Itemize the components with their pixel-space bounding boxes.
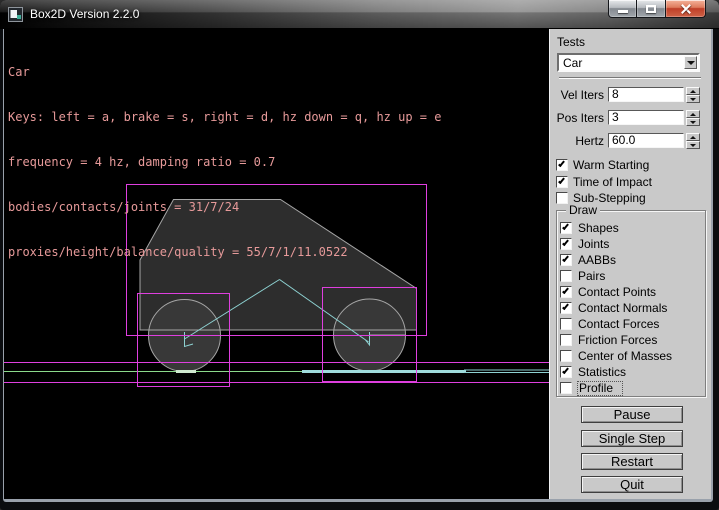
arrow-down-icon bbox=[690, 121, 696, 124]
checkbox-label: Time of Impact bbox=[573, 176, 652, 189]
checkbox-label: AABBs bbox=[578, 254, 616, 267]
maximize-icon bbox=[646, 5, 656, 13]
pos-iters-stepper bbox=[686, 110, 700, 126]
hertz-stepper bbox=[686, 133, 700, 149]
checkbox-box bbox=[560, 302, 572, 314]
checkbox-box bbox=[560, 318, 572, 330]
simulation-canvas[interactable]: Car Keys: left = a, brake = s, right = d… bbox=[4, 29, 549, 499]
vel-iters-up-button[interactable] bbox=[686, 87, 700, 95]
app-window: Box2D Version 2.2.0 bbox=[0, 0, 719, 510]
hertz-up-button[interactable] bbox=[686, 133, 700, 141]
maximize-button[interactable] bbox=[637, 0, 666, 18]
vel-iters-down-button[interactable] bbox=[686, 95, 700, 103]
minimize-button[interactable] bbox=[608, 0, 637, 18]
pos-iters-label: Pos Iters bbox=[557, 111, 604, 125]
hertz-input[interactable]: 60.0 bbox=[608, 133, 684, 148]
tests-label: Tests bbox=[557, 35, 585, 49]
check-icon bbox=[558, 177, 565, 184]
tests-dropdown-value: Car bbox=[563, 56, 582, 70]
checkbox-box bbox=[560, 222, 572, 234]
restart-button[interactable]: Restart bbox=[581, 453, 683, 470]
vel-iters-input[interactable]: 8 bbox=[608, 87, 684, 102]
checkbox-box bbox=[560, 366, 572, 378]
hertz-label: Hertz bbox=[575, 134, 604, 148]
checkbox-box bbox=[560, 382, 572, 394]
single-step-button[interactable]: Single Step bbox=[581, 430, 683, 447]
tests-dropdown-arrow-button[interactable] bbox=[684, 56, 697, 69]
check-icon bbox=[562, 223, 569, 230]
vel-iters-stepper bbox=[686, 87, 700, 103]
checkbox-label: Contact Forces bbox=[578, 318, 659, 331]
stat-line-proxies: proxies/height/balance/quality = 55/7/1/… bbox=[8, 245, 441, 260]
check-icon bbox=[562, 367, 569, 374]
arrow-down-icon bbox=[690, 98, 696, 101]
checkbox-label: Warm Starting bbox=[573, 159, 649, 172]
stat-line-test-name: Car bbox=[8, 65, 441, 80]
checkbox-label: Contact Points bbox=[578, 286, 656, 299]
quit-button[interactable]: Quit bbox=[581, 476, 683, 493]
check-icon bbox=[562, 239, 569, 246]
checkbox-label: Joints bbox=[578, 238, 609, 251]
pos-iters-up-button[interactable] bbox=[686, 110, 700, 118]
tests-dropdown[interactable]: Car bbox=[557, 53, 700, 72]
arrow-up-icon bbox=[690, 113, 696, 116]
checkbox-box bbox=[560, 238, 572, 250]
check-icon bbox=[562, 303, 569, 310]
pos-iters-down-button[interactable] bbox=[686, 118, 700, 126]
checkbox-label: Contact Normals bbox=[578, 302, 667, 315]
chevron-down-icon bbox=[687, 61, 695, 65]
vel-iters-label: Vel Iters bbox=[561, 88, 604, 102]
close-button[interactable] bbox=[666, 0, 706, 18]
arrow-up-icon bbox=[690, 136, 696, 139]
checkbox-label: Statistics bbox=[578, 366, 626, 379]
arrow-down-icon bbox=[690, 144, 696, 147]
title-bar[interactable]: Box2D Version 2.2.0 bbox=[0, 0, 719, 29]
minimize-icon bbox=[618, 10, 628, 13]
checkbox-label: Shapes bbox=[578, 222, 619, 235]
stat-line-bodies: bodies/contacts/joints = 31/7/24 bbox=[8, 200, 441, 215]
pos-iters-row: Pos Iters 3 bbox=[550, 110, 710, 126]
checkbox-box bbox=[560, 270, 572, 282]
separator-line bbox=[559, 77, 701, 79]
checkbox-label: Center of Masses bbox=[578, 350, 672, 363]
client-area: Car Keys: left = a, brake = s, right = d… bbox=[4, 29, 711, 499]
checkbox-label: Friction Forces bbox=[578, 334, 657, 347]
vel-iters-row: Vel Iters 8 bbox=[550, 87, 710, 103]
close-icon bbox=[680, 3, 692, 15]
arrow-up-icon bbox=[690, 90, 696, 93]
draw-group: Draw Shapes Joints AABBs Pairs bbox=[556, 210, 706, 397]
check-icon bbox=[562, 255, 569, 262]
checkbox-box bbox=[560, 286, 572, 298]
draw-group-legend: Draw bbox=[566, 204, 600, 217]
checkbox-box bbox=[556, 159, 568, 171]
control-panel: Tests Car Vel Iters 8 Pos Iters 3 bbox=[549, 29, 711, 499]
checkbox-box bbox=[560, 350, 572, 362]
check-icon bbox=[562, 287, 569, 294]
debug-stats: Car Keys: left = a, brake = s, right = d… bbox=[8, 35, 441, 290]
pause-button[interactable]: Pause bbox=[581, 406, 683, 423]
checkbox-label: Profile bbox=[578, 382, 622, 395]
checkbox-box bbox=[556, 192, 568, 204]
checkbox-label: Pairs bbox=[578, 270, 605, 283]
hertz-row: Hertz 60.0 bbox=[550, 133, 710, 149]
checkbox-box bbox=[560, 254, 572, 266]
app-icon bbox=[8, 7, 23, 22]
checkbox-box bbox=[556, 176, 568, 188]
checkbox-box bbox=[560, 334, 572, 346]
window-title: Box2D Version 2.2.0 bbox=[30, 7, 139, 21]
check-icon bbox=[558, 160, 565, 167]
stat-line-frequency: frequency = 4 hz, damping ratio = 0.7 bbox=[8, 155, 441, 170]
pos-iters-input[interactable]: 3 bbox=[608, 110, 684, 125]
hertz-down-button[interactable] bbox=[686, 141, 700, 149]
window-controls bbox=[608, 0, 706, 18]
stat-line-keys: Keys: left = a, brake = s, right = d, hz… bbox=[8, 110, 441, 125]
